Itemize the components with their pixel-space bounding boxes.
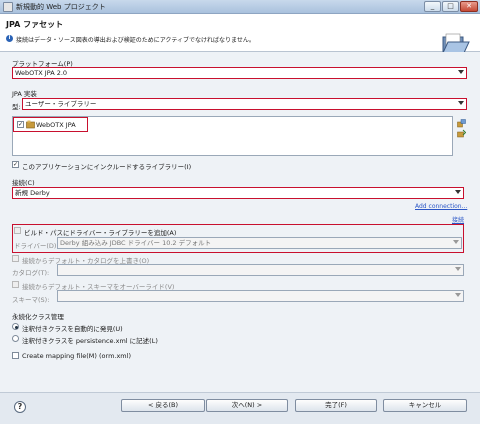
add-driver-label: ビルド・パスにドライバー・ライブラリーを追加(A): [24, 229, 177, 237]
platform-select[interactable]: WebOTX JPA 2.0: [12, 67, 467, 79]
add-driver-checkbox[interactable]: [14, 227, 21, 234]
connection-label: 接続(C): [12, 179, 35, 187]
create-mapping-label: Create mapping file(M) (orm.xml): [22, 352, 131, 360]
connection-value: 新規 Derby: [15, 189, 50, 197]
type-label: 型:: [12, 103, 21, 111]
maximize-button[interactable]: □: [442, 1, 459, 12]
minimize-button[interactable]: _: [424, 1, 441, 12]
driver-select[interactable]: Derby 組み込み JDBC ドライバー 10.2 デフォルト: [57, 237, 462, 249]
list-classes-radio[interactable]: [12, 335, 19, 342]
back-button[interactable]: < 戻る(B): [121, 399, 205, 412]
library-checkbox[interactable]: ✓: [17, 121, 24, 128]
page-title: JPA ファセット: [6, 20, 64, 29]
catalog-select[interactable]: [57, 264, 464, 276]
connection-select[interactable]: 新規 Derby: [12, 187, 464, 199]
info-icon: i: [6, 35, 13, 42]
include-library-label: このアプリケーションにインクルードするライブラリー(I): [22, 163, 192, 171]
discover-classes-radio[interactable]: [12, 323, 19, 330]
library-icon: [26, 120, 35, 129]
list-classes-label: 注釈付きクラスを persistence.xml に記述(L): [22, 337, 158, 345]
library-name: WebOTX JPA: [36, 121, 76, 129]
app-icon: [3, 2, 13, 12]
cancel-button[interactable]: キャンセル: [383, 399, 467, 412]
platform-value: WebOTX JPA 2.0: [15, 69, 68, 77]
next-button[interactable]: 次へ(N) >: [206, 399, 288, 412]
connect-link[interactable]: 接続: [452, 215, 464, 224]
override-catalog-checkbox[interactable]: [12, 255, 19, 262]
manage-libraries-icon[interactable]: [457, 119, 466, 128]
window-title: 新規動的 Web プロジェクト: [16, 3, 106, 11]
override-schema-checkbox[interactable]: [12, 281, 19, 288]
chevron-down-icon: [453, 240, 459, 244]
persistence-group-label: 永続化クラス管理: [12, 313, 64, 321]
driver-value: Derby 組み込み JDBC ドライバー 10.2 デフォルト: [60, 239, 212, 247]
library-type-value: ユーザー・ライブラリー: [25, 100, 97, 108]
catalog-label: カタログ(T):: [12, 269, 50, 277]
jpa-impl-group-label: JPA 実装: [12, 90, 37, 98]
finish-button[interactable]: 完了(F): [295, 399, 377, 412]
include-library-checkbox[interactable]: ✓: [12, 161, 19, 168]
chevron-down-icon: [455, 190, 461, 194]
driver-label: ドライバー(D):: [14, 242, 59, 250]
discover-classes-label: 注釈付きクラスを自動的に発見(U): [22, 325, 123, 333]
schema-select[interactable]: [57, 290, 464, 302]
chevron-down-icon: [458, 101, 464, 105]
library-type-select[interactable]: ユーザー・ライブラリー: [22, 98, 467, 110]
window-titlebar: 新規動的 Web プロジェクト _ □ ✕: [0, 0, 480, 14]
chevron-down-icon: [455, 267, 461, 271]
chevron-down-icon: [455, 293, 461, 297]
add-connection-link[interactable]: Add connection...: [415, 203, 467, 210]
chevron-down-icon: [458, 70, 464, 74]
create-mapping-checkbox[interactable]: [12, 352, 19, 359]
download-library-icon[interactable]: [457, 129, 466, 138]
help-icon[interactable]: ?: [14, 401, 26, 413]
wizard-banner: JPA ファセット i 接続はデータ・ソース図表の導出および検証のためにアクティ…: [0, 14, 480, 56]
schema-label: スキーマ(S):: [12, 296, 50, 304]
banner-message: 接続はデータ・ソース図表の導出および検証のためにアクティブでなければなりません。: [16, 37, 255, 44]
close-button[interactable]: ✕: [460, 1, 478, 12]
